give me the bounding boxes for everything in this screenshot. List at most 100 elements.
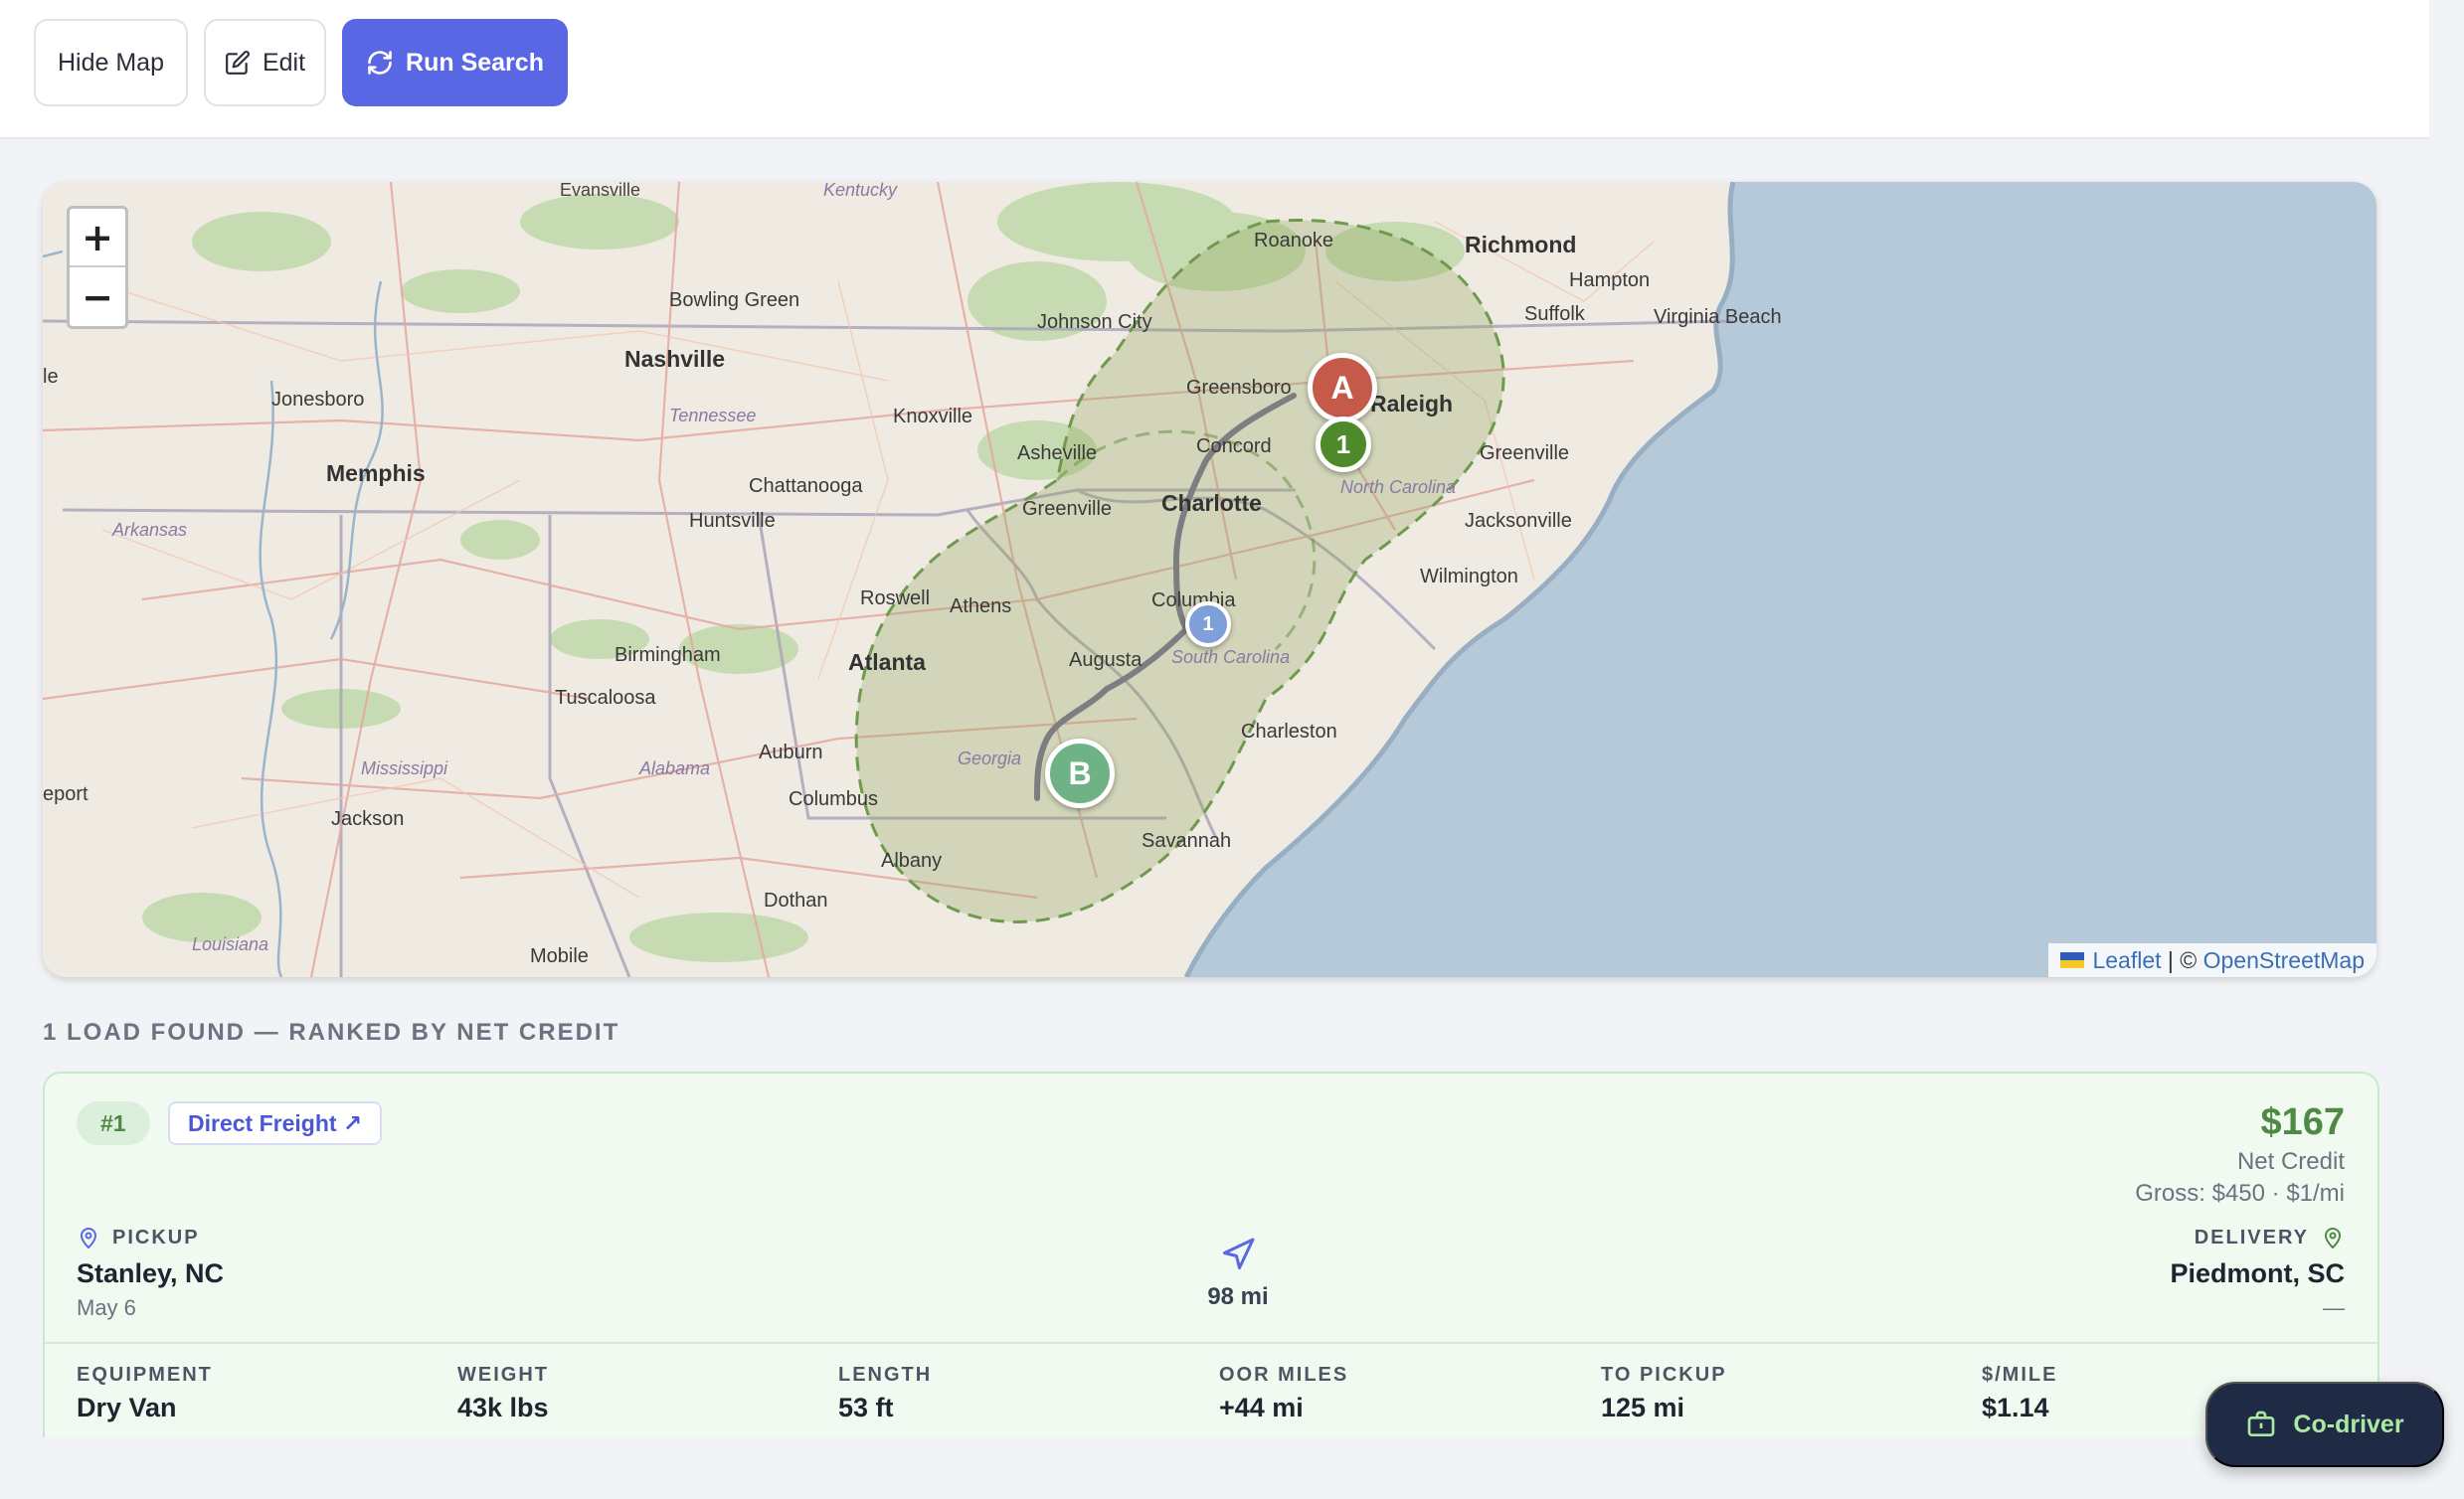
net-credit-amount: $167: [2260, 1101, 2345, 1143]
stat-label: OOR MILES: [1219, 1364, 1349, 1386]
broker-link[interactable]: Direct Freight ↗: [168, 1101, 383, 1145]
map-label-mobile: Mobile: [530, 945, 589, 967]
pickup-date: May 6: [77, 1295, 136, 1320]
map-label-greensboro: Greensboro: [1186, 377, 1292, 399]
map-attribution: Leaflet | © OpenStreetMap: [2048, 943, 2376, 977]
map-label-virginia-beach: Virginia Beach: [1654, 306, 1782, 328]
map-label-tuscaloosa: Tuscaloosa: [555, 687, 656, 709]
stat-equipment: EQUIPMENT Dry Van: [77, 1364, 213, 1423]
ukraine-flag-icon: [2060, 952, 2085, 968]
stat-value: +44 mi: [1219, 1393, 1304, 1422]
map-label-atlanta: Atlanta: [848, 649, 926, 675]
stat-length: LENGTH 53 ft: [838, 1364, 932, 1423]
card-divider: [45, 1342, 2377, 1344]
map-tiles: [43, 182, 2376, 977]
stat-value: 125 mi: [1601, 1393, 1685, 1422]
stat-oor-miles: OOR MILES +44 mi: [1219, 1364, 1348, 1423]
net-credit-label: Net Credit: [2236, 1148, 2345, 1175]
map-label-johnson-city: Johnson City: [1037, 311, 1152, 333]
load-card[interactable]: #1 Direct Freight ↗ $167 Net Credit Gros…: [43, 1072, 2379, 1437]
map-label-eport: eport: [43, 783, 88, 805]
delivery-block: DELIVERY Piedmont, SC —: [2170, 1225, 2345, 1321]
map-label-birmingham: Birmingham: [615, 644, 721, 666]
destination-marker[interactable]: B: [1045, 739, 1115, 808]
attribution-separator: | ©: [2161, 946, 2203, 973]
pickup-marker[interactable]: 1: [1316, 416, 1371, 472]
stat-label: EQUIPMENT: [77, 1364, 213, 1386]
run-search-button[interactable]: Run Search: [342, 19, 568, 106]
map-label-bowling-green: Bowling Green: [669, 289, 800, 311]
map-label-memphis: Memphis: [326, 460, 426, 486]
map-label-greenville-sc: Greenville: [1022, 498, 1113, 520]
map-label-roanoke: Roanoke: [1254, 230, 1334, 251]
pickup-marker-label: 1: [1335, 428, 1351, 459]
map-label-wilmington: Wilmington: [1420, 566, 1518, 587]
pin-icon: [2324, 1228, 2342, 1249]
map-label-alabama: Alabama: [639, 758, 711, 778]
edit-label: Edit: [262, 48, 306, 77]
route-map[interactable]: Evansville Kentucky Roanoke Richmond Bow…: [43, 182, 2376, 977]
map-label-greenville-nc: Greenville: [1480, 442, 1570, 464]
leaflet-link[interactable]: Leaflet: [2092, 947, 2161, 974]
route-waypoint-marker[interactable]: 1: [1185, 601, 1231, 647]
pickup-caption: PICKUP: [112, 1226, 200, 1249]
map-label-dothan: Dothan: [764, 890, 828, 912]
delivery-date: —: [2323, 1295, 2345, 1320]
map-label-raleigh: Raleigh: [1370, 391, 1454, 416]
map-label-chattanooga: Chattanooga: [749, 475, 863, 497]
hide-map-button[interactable]: Hide Map: [34, 19, 188, 106]
stat-label: $/MILE: [1982, 1364, 2058, 1386]
map-label-savannah: Savannah: [1142, 830, 1232, 852]
map-label-albany: Albany: [881, 850, 943, 872]
map-label-north-carolina: North Carolina: [1340, 477, 1457, 497]
edit-icon: [226, 51, 250, 75]
zoom-in-button[interactable]: +: [70, 209, 125, 267]
map-label-asheville: Asheville: [1017, 442, 1098, 464]
top-toolbar: Hide Map Edit Run Search: [0, 0, 2429, 139]
route-distance: 98 mi: [1207, 1283, 1269, 1310]
stat-label: WEIGHT: [457, 1364, 549, 1386]
map-label-le: le: [43, 366, 59, 388]
map-label-augusta: Augusta: [1069, 649, 1143, 671]
pickup-city: Stanley, NC: [77, 1258, 225, 1288]
results-heading: 1 LOAD FOUND — RANKED BY NET CREDIT: [43, 1019, 620, 1046]
origin-marker[interactable]: A: [1308, 353, 1377, 422]
co-driver-button[interactable]: Co-driver: [2205, 1382, 2444, 1467]
map-label-auburn: Auburn: [759, 742, 823, 763]
zoom-control: + −: [67, 206, 128, 329]
stat-value: Dry Van: [77, 1393, 177, 1422]
run-search-label: Run Search: [406, 48, 544, 77]
map-label-knoxville: Knoxville: [893, 406, 973, 427]
stat-weight: WEIGHT 43k lbs: [457, 1364, 549, 1423]
map-label-jackson: Jackson: [331, 808, 405, 830]
map-label-hampton: Hampton: [1569, 269, 1651, 291]
refresh-icon: [368, 51, 392, 75]
stat-label: LENGTH: [838, 1364, 933, 1386]
stat-value: 43k lbs: [457, 1393, 549, 1422]
zoom-out-button[interactable]: −: [70, 267, 125, 326]
map-label-huntsville: Huntsville: [689, 510, 776, 532]
stat-label: TO PICKUP: [1601, 1364, 1727, 1386]
briefcase-icon: [2248, 1411, 2275, 1436]
map-label-tennessee: Tennessee: [669, 406, 757, 425]
rank-badge: #1: [77, 1101, 150, 1145]
stat-per-mile: $/MILE $1.14: [1982, 1364, 2057, 1423]
hide-map-label: Hide Map: [58, 48, 164, 77]
map-label-suffolk: Suffolk: [1524, 303, 1585, 325]
map-label-columbus: Columbus: [789, 788, 879, 810]
gross-rate: Gross: $450 · $1/mi: [2135, 1180, 2345, 1207]
map-label-jonesboro: Jonesboro: [271, 389, 365, 411]
route-waypoint-marker-label: 1: [1202, 612, 1214, 635]
distance-block: 98 mi: [1178, 1237, 1298, 1311]
map-label-richmond: Richmond: [1465, 232, 1577, 257]
map-label-charleston: Charleston: [1241, 721, 1337, 743]
map-label-concord: Concord: [1196, 435, 1272, 457]
stat-value: $1.14: [1982, 1393, 2049, 1422]
map-label-georgia: Georgia: [958, 749, 1022, 768]
origin-marker-label: A: [1330, 369, 1354, 406]
edit-button[interactable]: Edit: [204, 19, 326, 106]
map-label-athens: Athens: [950, 595, 1012, 617]
map-label-evansville: Evansville: [560, 182, 641, 200]
stat-to-pickup: TO PICKUP 125 mi: [1601, 1364, 1727, 1423]
openstreetmap-link[interactable]: OpenStreetMap: [2203, 947, 2365, 974]
